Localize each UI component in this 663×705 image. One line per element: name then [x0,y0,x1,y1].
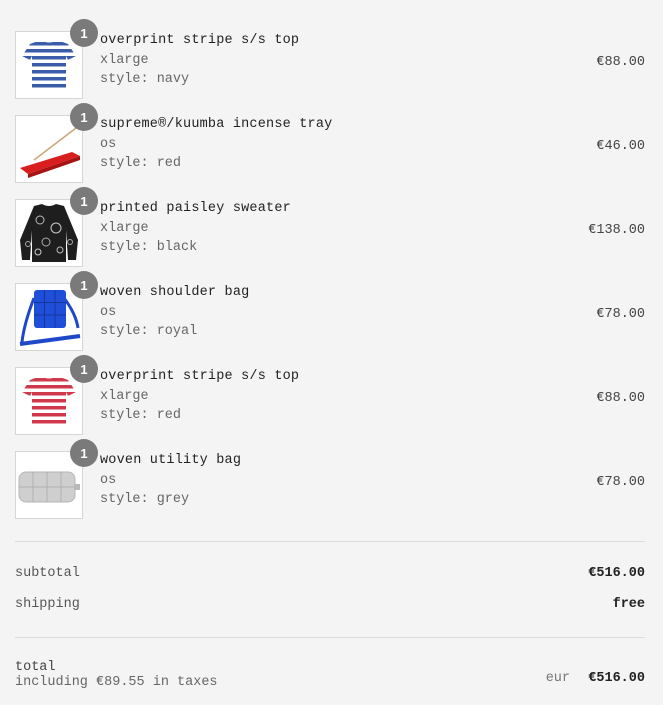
subtotal-row: subtotal €516.00 [15,566,645,581]
item-style: style: red [100,156,182,171]
item-style: style: grey [100,492,190,507]
red-incense-tray-image: 1 [15,103,98,183]
shipping-label: shipping [15,597,80,612]
currency-code: eur [545,671,570,686]
quantity-badge: 1 [70,439,98,467]
order-summary: 1 overprint stripe s/s top xlarge style:… [0,0,663,705]
subtotal-label: subtotal [15,566,80,581]
item-style: style: navy [100,72,190,87]
item-size: xlarge [100,52,149,68]
item-name: overprint stripe s/s top [100,33,300,48]
list-item: 1 printed paisley sweater xlarge style: … [15,187,645,269]
item-name: woven shoulder bag [100,285,250,300]
item-size: xlarge [100,388,149,404]
total-row: total including €89.55 in taxes eur €516… [15,660,645,700]
item-name: overprint stripe s/s top [100,369,300,384]
item-size: os [100,304,117,320]
item-price: €138.00 [588,223,645,238]
quantity-badge: 1 [70,355,98,383]
item-price: €46.00 [596,139,645,154]
item-style: style: royal [100,324,198,339]
quantity-badge: 1 [70,187,98,215]
item-style: style: red [100,408,182,423]
item-price: €88.00 [596,391,645,406]
item-name: woven utility bag [100,453,242,468]
list-item: 1 woven utility bag os style: grey €78.0… [15,439,645,521]
red-striped-tshirt-image: 1 [15,355,98,435]
quantity-badge: 1 [70,103,98,131]
item-price: €78.00 [596,307,645,322]
quantity-badge: 1 [70,19,98,47]
black-paisley-sweater-image: 1 [15,187,98,267]
subtotal-value: €516.00 [588,566,645,581]
item-price: €88.00 [596,55,645,70]
divider [15,541,645,542]
divider [15,637,645,638]
navy-striped-tshirt-image: 1 [15,19,98,99]
item-name: printed paisley sweater [100,201,291,216]
shipping-row: shipping free [15,597,645,612]
shipping-value: free [612,597,645,612]
item-style: style: black [100,240,198,255]
royal-blue-shoulder-bag-image: 1 [15,271,98,351]
list-item: 1 overprint stripe s/s top xlarge style:… [15,355,645,437]
quantity-badge: 1 [70,271,98,299]
total-value: €516.00 [588,671,645,686]
grey-utility-bag-image: 1 [15,439,98,519]
item-name: supreme®/kuumba incense tray [100,117,333,132]
item-size: os [100,136,117,152]
list-item: 1 woven shoulder bag os style: royal €78… [15,271,645,353]
item-price: €78.00 [596,475,645,490]
list-item: 1 supreme®/kuumba incense tray os style:… [15,103,645,185]
item-size: os [100,472,117,488]
item-size: xlarge [100,220,149,236]
list-item: 1 overprint stripe s/s top xlarge style:… [15,19,645,101]
